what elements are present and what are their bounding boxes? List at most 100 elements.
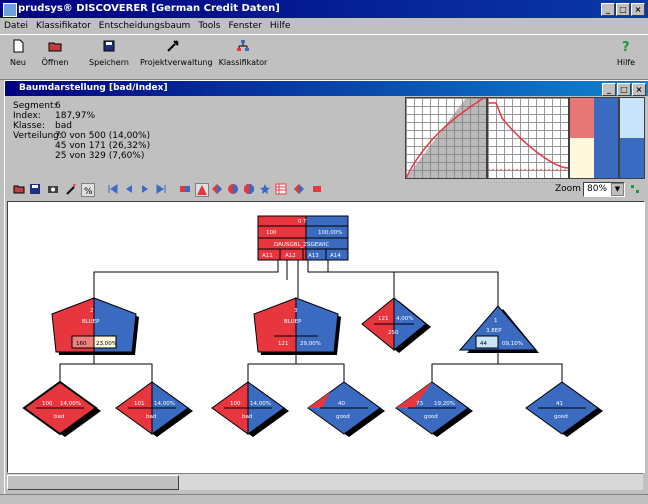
node-diamond-icon[interactable] (211, 183, 223, 195)
svg-text:23,00%: 23,00% (96, 341, 117, 347)
tree-node-2[interactable]: 2 BLUEP 160 23,00% (51, 297, 139, 355)
diamond-red-blue-icon[interactable] (293, 183, 305, 195)
wand-icon[interactable] (65, 183, 77, 195)
tree-root-node[interactable]: 0 T 100 100,00% DAUSGBL_ZSGEWIC A11 A12 … (257, 215, 349, 261)
root-id: 0 T (298, 219, 307, 225)
node-octagon-icon[interactable] (243, 183, 255, 195)
stop-icon[interactable] (311, 183, 323, 195)
svg-text:29,00%: 29,00% (300, 341, 321, 347)
svg-text:14,00%: 14,00% (154, 401, 175, 407)
maximize-button[interactable]: □ (616, 3, 630, 16)
svg-text:3,8EP: 3,8EP (486, 328, 502, 334)
last-icon[interactable] (155, 183, 167, 195)
svg-text:good: good (554, 414, 568, 420)
svg-text:BLUEP: BLUEP (82, 319, 100, 325)
child-maximize-button[interactable]: □ (617, 83, 631, 96)
svg-text:A11: A11 (262, 253, 273, 259)
svg-text:2: 2 (90, 308, 94, 314)
next-icon[interactable] (139, 183, 151, 195)
menu-tools[interactable]: Tools (198, 21, 220, 31)
class-distribution-bar (619, 97, 645, 179)
help-button[interactable]: ? Hilfe (614, 39, 638, 67)
klassifikator-button[interactable]: Klassifikator (218, 39, 268, 67)
projektverwaltung-button[interactable]: Projektverwaltung (140, 39, 213, 67)
tree-leaf-5[interactable]: 73 19,20% good (395, 381, 473, 437)
tree-leaf-1[interactable]: 100 14,00% bad (22, 380, 101, 437)
node-rectangle-icon[interactable] (179, 183, 191, 195)
tree-toolbar: % Zoom 80% ▼ (11, 181, 641, 199)
menu-fenster[interactable]: Fenster (229, 21, 262, 31)
main-toolbar: Neu Öffnen Speichern Projektverwaltung K… (0, 34, 648, 80)
index-value: 187,97% (55, 111, 96, 121)
chevron-down-icon[interactable]: ▼ (611, 183, 624, 196)
verteilung-row-1: 70 von 500 (14,00%) (55, 131, 151, 141)
verteilung-row-3: 25 von 329 (7,60%) (55, 151, 145, 161)
tree-leaf-3[interactable]: 100 14,00% bad (211, 381, 289, 437)
svg-text:250: 250 (388, 330, 399, 336)
verteilung-row-2: 45 von 171 (26,32%) (55, 141, 151, 151)
zoom-label: Zoom (555, 184, 581, 194)
child-minimize-button[interactable]: _ (602, 83, 616, 96)
menu-entscheidungsbaum[interactable]: Entscheidungsbaum (99, 21, 191, 31)
segment-info: Segment: 6 Index: 187,97% Klasse: bad Verte… (13, 101, 151, 161)
table-icon[interactable] (275, 183, 287, 195)
previous-icon[interactable] (123, 183, 135, 195)
svg-text:44: 44 (480, 341, 487, 347)
tree-window-titlebar: Baumdarstellung [bad/Index] _ □ × (5, 81, 648, 96)
close-button[interactable]: × (631, 3, 645, 16)
settings-icon[interactable] (629, 183, 641, 195)
save-disk-icon[interactable] (29, 183, 41, 195)
klasse-value: bad (55, 121, 72, 131)
svg-text:bad: bad (146, 414, 156, 420)
node-circle-icon[interactable] (227, 183, 239, 195)
svg-text:DAUSGBL_ZSGEWIC: DAUSGBL_ZSGEWIC (274, 242, 329, 248)
svg-text:14,00%: 14,00% (60, 401, 81, 407)
svg-text:good: good (336, 414, 350, 420)
new-document-icon (13, 39, 24, 53)
save-button[interactable]: Speichern (88, 39, 130, 67)
menu-datei[interactable]: Datei (4, 21, 28, 31)
svg-text:14,00%: 14,00% (250, 401, 271, 407)
svg-text:121: 121 (278, 341, 289, 347)
open-folder-icon[interactable] (13, 183, 25, 195)
node-triangle-icon[interactable] (195, 183, 209, 197)
svg-text:100: 100 (266, 230, 277, 236)
svg-text:40: 40 (338, 401, 345, 407)
svg-text:4,00%: 4,00% (396, 316, 413, 322)
camera-icon[interactable] (47, 183, 59, 195)
svg-text:100,00%: 100,00% (318, 230, 342, 236)
zoom-select[interactable]: 80% ▼ (583, 182, 625, 197)
scrollbar-thumb[interactable] (7, 475, 179, 490)
svg-text:09,10%: 09,10% (502, 341, 523, 347)
svg-text:121: 121 (378, 316, 389, 322)
svg-text:bad: bad (242, 414, 252, 420)
child-close-button[interactable]: × (632, 83, 646, 96)
tools-icon (167, 40, 179, 52)
gain-chart (405, 92, 494, 179)
open-button[interactable]: Öffnen (40, 39, 70, 67)
tree-node-3[interactable]: 3 BLUEP 121 29,00% (253, 297, 341, 355)
tree-window: Baumdarstellung [bad/Index] _ □ × Segmen… (4, 80, 648, 495)
node-star-icon[interactable] (259, 183, 271, 195)
minimize-button[interactable]: _ (601, 3, 615, 16)
decision-tree: 0 T 100 100,00% DAUSGBL_ZSGEWIC A11 A12 … (22, 215, 603, 437)
menu-bar: Datei Klassifikator Entscheidungsbaum To… (0, 18, 648, 33)
lift-chart (487, 97, 569, 179)
menu-klassifikator[interactable]: Klassifikator (36, 21, 91, 31)
tree-leaf-6[interactable]: 41 good (525, 381, 603, 437)
new-button[interactable]: Neu (6, 39, 30, 67)
svg-text:good: good (424, 414, 438, 420)
tree-leaf-2[interactable]: 101 14,00% bad (115, 381, 193, 437)
menu-hilfe[interactable]: Hilfe (270, 21, 290, 31)
horizontal-scrollbar[interactable] (7, 473, 643, 490)
tree-window-title: Baumdarstellung [bad/Index] (19, 83, 168, 93)
open-folder-icon (48, 42, 62, 52)
tree-node-1[interactable]: 1 3,8EP 44 09,10% (458, 305, 539, 353)
tree-node-diamond[interactable]: 121 4,00% 250 (361, 296, 431, 353)
segment-value: 6 (55, 101, 61, 111)
tree-leaf-4[interactable]: 40 good (307, 381, 385, 437)
save-disk-icon (103, 40, 115, 52)
percent-icon[interactable]: % (81, 183, 95, 197)
first-icon[interactable] (107, 183, 119, 195)
app-title: prudsys® DISCOVERER [German Credit Daten… (18, 3, 280, 14)
